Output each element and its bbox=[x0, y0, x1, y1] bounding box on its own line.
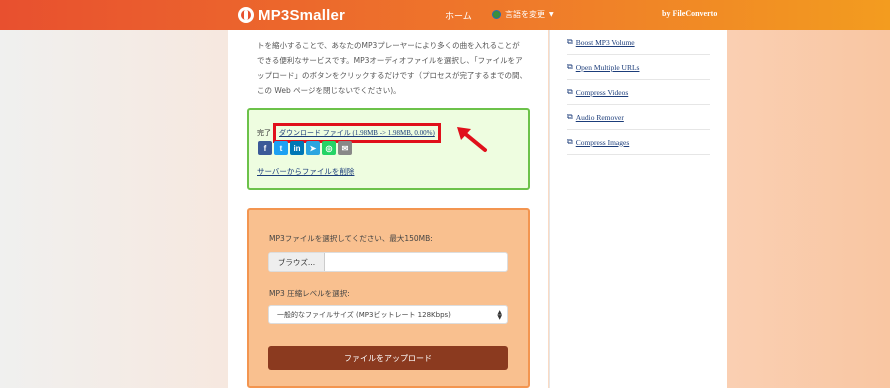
external-link-icon: ⧉ bbox=[567, 112, 573, 121]
compression-level-value: 一般的なファイルサイズ (MP3ビットレート 128Kbps) bbox=[277, 310, 451, 319]
email-icon[interactable]: ✉ bbox=[338, 141, 352, 155]
result-row: 完了 ダウンロード ファイル (1.98MB -> 1.98MB, 0.00%) bbox=[257, 123, 441, 143]
sidebar-links: ⧉ Boost MP3 Volume ⧉ Open Multiple URLs … bbox=[567, 30, 710, 155]
byline: by FileConverto bbox=[662, 9, 718, 18]
sidebar-item-boost-volume[interactable]: ⧉ Boost MP3 Volume bbox=[567, 30, 710, 55]
logo-icon bbox=[238, 7, 254, 23]
nav-home-link[interactable]: ホーム bbox=[445, 9, 472, 22]
logo-text: MP3Smaller bbox=[258, 6, 346, 24]
top-navbar: MP3Smaller ホーム 言語を変更 ▼ by FileConverto bbox=[0, 0, 890, 30]
sidebar-item-label: Open Multiple URLs bbox=[575, 62, 640, 72]
compression-level-select[interactable]: 一般的なファイルサイズ (MP3ビットレート 128Kbps) ▲ ▼ bbox=[268, 305, 508, 324]
download-file-link[interactable]: ダウンロード ファイル (1.98MB -> 1.98MB, 0.00%) bbox=[273, 123, 441, 143]
done-label: 完了 bbox=[257, 129, 271, 137]
upload-file-button[interactable]: ファイルをアップロード bbox=[268, 346, 508, 370]
external-link-icon: ⧉ bbox=[567, 62, 573, 71]
file-input[interactable]: ブラウズ... bbox=[268, 252, 508, 272]
file-select-label: MP3ファイルを選択してください、最大150MB: bbox=[269, 234, 433, 243]
red-arrow-icon bbox=[457, 127, 487, 152]
linkedin-icon[interactable]: in bbox=[290, 141, 304, 155]
sidebar-item-audio-remover[interactable]: ⧉ Audio Remover bbox=[567, 105, 710, 130]
whatsapp-icon[interactable]: ◎ bbox=[322, 141, 336, 155]
share-buttons: f t in ➤ ◎ ✉ bbox=[258, 141, 352, 155]
external-link-icon: ⧉ bbox=[567, 37, 573, 46]
external-link-icon: ⧉ bbox=[567, 87, 573, 96]
browse-button[interactable]: ブラウズ... bbox=[269, 253, 325, 271]
facebook-icon[interactable]: f bbox=[258, 141, 272, 155]
intro-text: トを縮小することで、あなたのMP3プレーヤーにより多くの曲を入れることができる便… bbox=[257, 41, 527, 95]
select-arrows-icon: ▲ ▼ bbox=[497, 309, 502, 321]
site-logo[interactable]: MP3Smaller bbox=[238, 6, 345, 24]
sidebar-item-label: Audio Remover bbox=[575, 112, 624, 122]
telegram-icon[interactable]: ➤ bbox=[306, 141, 320, 155]
sidebar-item-label: Compress Videos bbox=[575, 87, 629, 97]
compression-level-label: MP3 圧縮レベルを選択: bbox=[269, 289, 350, 298]
sidebar-item-open-urls[interactable]: ⧉ Open Multiple URLs bbox=[567, 55, 710, 80]
globe-icon bbox=[492, 10, 501, 19]
twitter-icon[interactable]: t bbox=[274, 141, 288, 155]
sidebar-item-compress-images[interactable]: ⧉ Compress Images bbox=[567, 130, 710, 155]
delete-file-link[interactable]: サーバーからファイルを削除 bbox=[257, 166, 354, 177]
sidebar-item-compress-videos[interactable]: ⧉ Compress Videos bbox=[567, 80, 710, 105]
caret-down-icon: ▼ bbox=[549, 11, 554, 18]
language-label: 言語を変更 bbox=[505, 10, 545, 19]
sidebar-item-label: Boost MP3 Volume bbox=[575, 37, 635, 47]
language-dropdown[interactable]: 言語を変更 ▼ bbox=[492, 9, 554, 20]
external-link-icon: ⧉ bbox=[567, 137, 573, 146]
sidebar-item-label: Compress Images bbox=[575, 137, 630, 147]
